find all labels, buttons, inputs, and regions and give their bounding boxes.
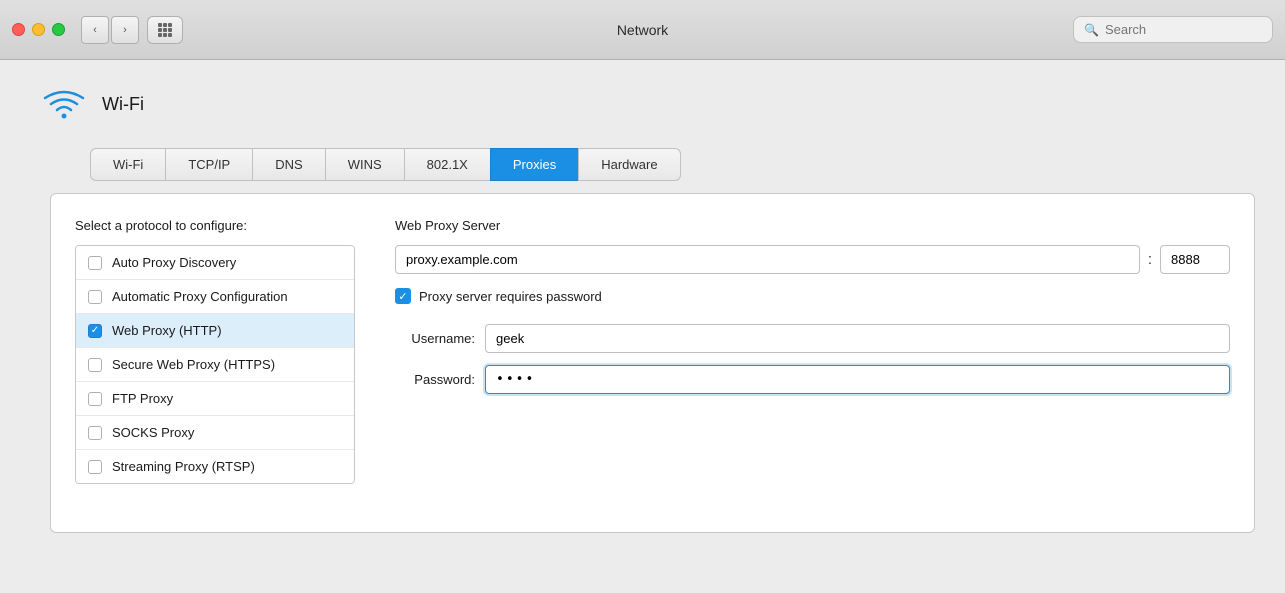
- protocol-auto-discovery-label: Auto Proxy Discovery: [112, 255, 236, 270]
- checkbox-streaming-proxy[interactable]: [88, 460, 102, 474]
- window-title: Network: [617, 22, 668, 38]
- checkbox-auto-discovery[interactable]: [88, 256, 102, 270]
- protocol-ftp-proxy-label: FTP Proxy: [112, 391, 173, 406]
- protocol-auto-config-label: Automatic Proxy Configuration: [112, 289, 288, 304]
- window-controls: [12, 23, 65, 36]
- username-input[interactable]: [485, 324, 1230, 353]
- tabs-container: Wi-Fi TCP/IP DNS WINS 802.1X Proxies Har…: [90, 148, 1255, 181]
- protocol-socks-proxy-label: SOCKS Proxy: [112, 425, 194, 440]
- titlebar: ‹ › Network 🔍: [0, 0, 1285, 60]
- protocol-label: Select a protocol to configure:: [75, 218, 355, 233]
- colon-separator: :: [1148, 251, 1152, 268]
- protocol-socks-proxy[interactable]: SOCKS Proxy: [76, 416, 354, 450]
- maximize-button[interactable]: [52, 23, 65, 36]
- protocol-secure-web-proxy-label: Secure Web Proxy (HTTPS): [112, 357, 275, 372]
- checkbox-secure-web-proxy[interactable]: [88, 358, 102, 372]
- password-required-row: ✓ Proxy server requires password: [395, 288, 1230, 304]
- tab-tcpip[interactable]: TCP/IP: [165, 148, 252, 181]
- tab-wins[interactable]: WINS: [325, 148, 404, 181]
- protocol-streaming-proxy[interactable]: Streaming Proxy (RTSP): [76, 450, 354, 483]
- protocol-auto-config[interactable]: Automatic Proxy Configuration: [76, 280, 354, 314]
- forward-button[interactable]: ›: [111, 16, 139, 44]
- username-label: Username:: [395, 331, 475, 346]
- search-input[interactable]: [1105, 22, 1262, 37]
- tab-dns[interactable]: DNS: [252, 148, 324, 181]
- protocol-web-proxy-label: Web Proxy (HTTP): [112, 323, 222, 338]
- protocol-secure-web-proxy[interactable]: Secure Web Proxy (HTTPS): [76, 348, 354, 382]
- checkbox-auto-config[interactable]: [88, 290, 102, 304]
- checkbox-web-proxy[interactable]: ✓: [88, 324, 102, 338]
- minimize-button[interactable]: [32, 23, 45, 36]
- protocol-web-proxy[interactable]: ✓ Web Proxy (HTTP): [76, 314, 354, 348]
- server-row: :: [395, 245, 1230, 274]
- password-label: Password:: [395, 372, 475, 387]
- protocol-list: Auto Proxy Discovery Automatic Proxy Con…: [75, 245, 355, 484]
- main-content: Wi-Fi Wi-Fi TCP/IP DNS WINS 802.1X Proxi…: [0, 60, 1285, 553]
- web-proxy-server-title: Web Proxy Server: [395, 218, 1230, 233]
- wifi-header: Wi-Fi: [30, 80, 1255, 128]
- protocol-streaming-proxy-label: Streaming Proxy (RTSP): [112, 459, 255, 474]
- username-row: Username:: [395, 324, 1230, 353]
- tab-8021x[interactable]: 802.1X: [404, 148, 490, 181]
- password-row: Password:: [395, 365, 1230, 394]
- back-button[interactable]: ‹: [81, 16, 109, 44]
- wifi-label: Wi-Fi: [102, 94, 144, 115]
- tab-hardware[interactable]: Hardware: [578, 148, 680, 181]
- checkbox-ftp-proxy[interactable]: [88, 392, 102, 406]
- protocol-auto-discovery[interactable]: Auto Proxy Discovery: [76, 246, 354, 280]
- left-panel: Select a protocol to configure: Auto Pro…: [75, 218, 355, 508]
- panel: Select a protocol to configure: Auto Pro…: [50, 193, 1255, 533]
- nav-buttons: ‹ ›: [81, 16, 139, 44]
- server-host-input[interactable]: [395, 245, 1140, 274]
- grid-icon: [158, 23, 172, 37]
- password-input[interactable]: [485, 365, 1230, 394]
- server-port-input[interactable]: [1160, 245, 1230, 274]
- wifi-icon: [40, 80, 88, 128]
- tab-proxies[interactable]: Proxies: [490, 148, 578, 181]
- tab-wifi[interactable]: Wi-Fi: [90, 148, 165, 181]
- close-button[interactable]: [12, 23, 25, 36]
- grid-button[interactable]: [147, 16, 183, 44]
- search-icon: 🔍: [1084, 23, 1099, 37]
- search-box[interactable]: 🔍: [1073, 16, 1273, 43]
- protocol-ftp-proxy[interactable]: FTP Proxy: [76, 382, 354, 416]
- right-panel: Web Proxy Server : ✓ Proxy server requir…: [395, 218, 1230, 508]
- password-required-label: Proxy server requires password: [419, 289, 602, 304]
- checkbox-socks-proxy[interactable]: [88, 426, 102, 440]
- password-required-checkbox[interactable]: ✓: [395, 288, 411, 304]
